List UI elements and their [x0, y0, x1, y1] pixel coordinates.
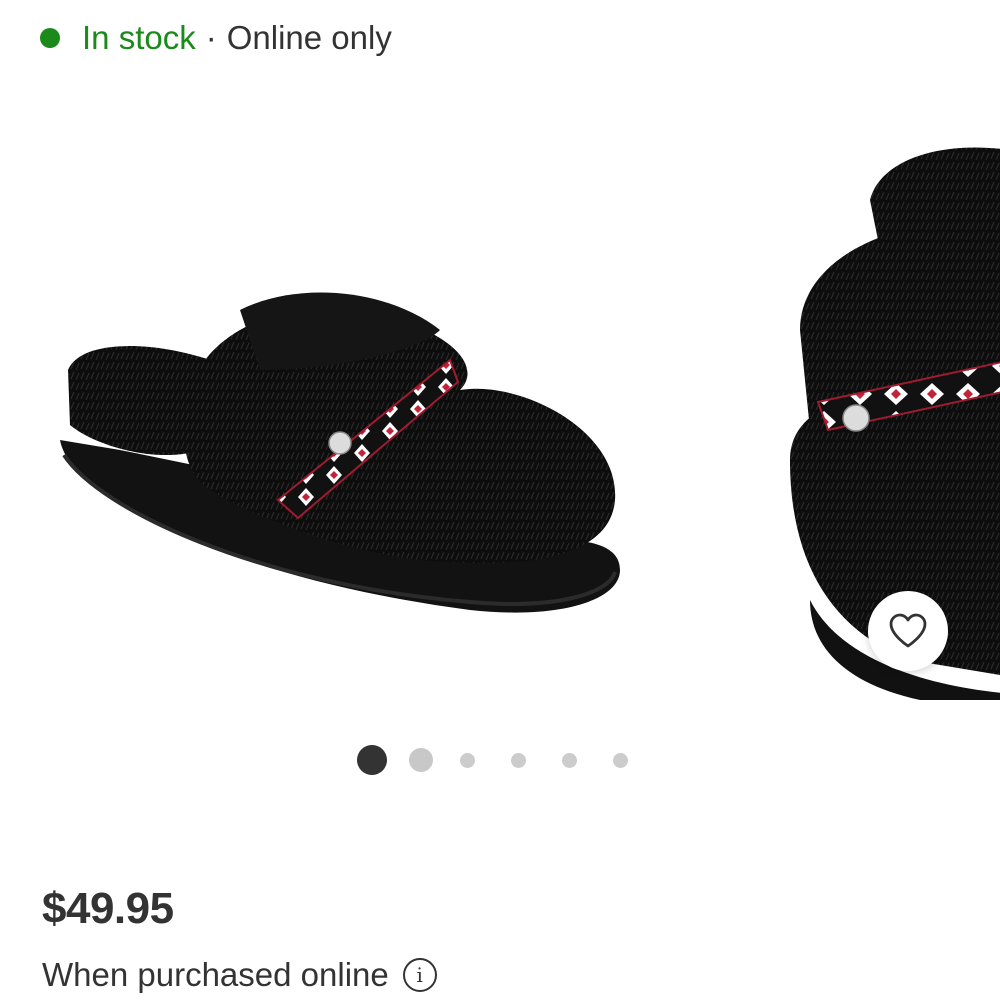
purchase-note-row: When purchased online i — [42, 956, 437, 994]
product-image-side-view[interactable] — [40, 200, 640, 640]
carousel-pagination — [357, 744, 628, 776]
carousel-dot-6[interactable] — [613, 752, 628, 768]
stock-status-text: In stock — [82, 19, 196, 56]
stock-channel-text: Online only — [226, 19, 392, 56]
purchase-note-text: When purchased online — [42, 956, 389, 993]
product-detail-page: In stock · Online only $49.95 When purch… — [0, 0, 1000, 1000]
favorite-button[interactable] — [868, 591, 948, 671]
in-stock-dot-icon — [40, 28, 60, 48]
product-price: $49.95 — [42, 884, 174, 933]
carousel-dot-1[interactable] — [357, 745, 387, 775]
carousel-dot-5[interactable] — [562, 752, 577, 768]
carousel-dot-4[interactable] — [511, 752, 526, 768]
stock-status: In stock · Online only — [40, 18, 392, 58]
carousel-dot-2[interactable] — [409, 748, 433, 772]
heart-outline-icon — [889, 613, 927, 648]
stock-separator: · — [205, 19, 217, 56]
product-image-carousel[interactable] — [0, 70, 1000, 710]
info-icon[interactable]: i — [402, 958, 437, 992]
carousel-dot-3[interactable] — [460, 752, 475, 768]
